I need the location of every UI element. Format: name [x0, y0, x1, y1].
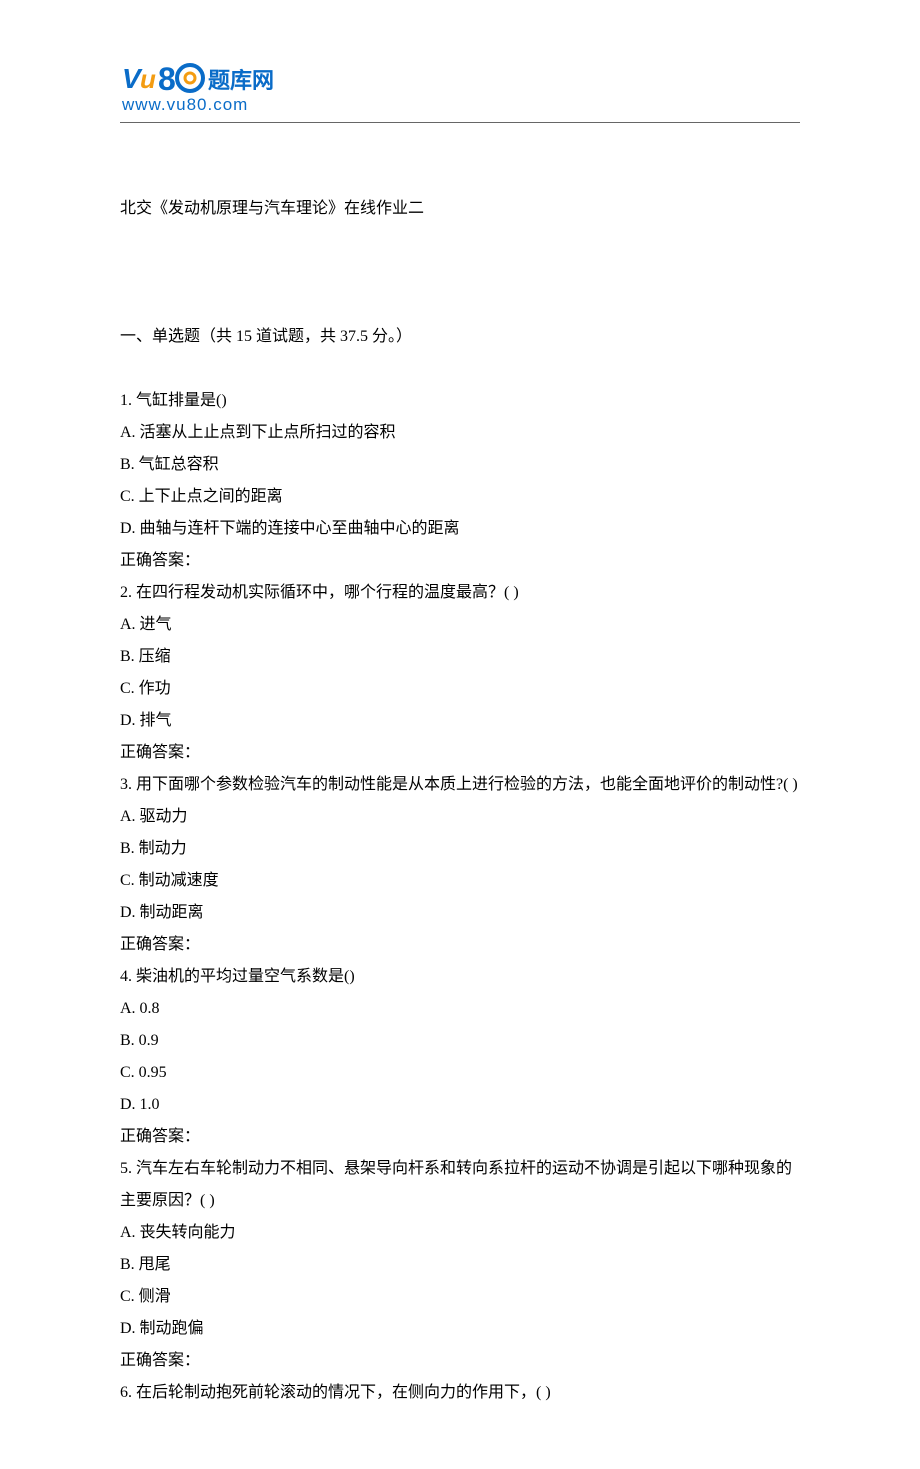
question-option: D. 制动跑偏: [120, 1313, 800, 1345]
question-option: C. 作功: [120, 673, 800, 705]
question-option: B. 甩尾: [120, 1249, 800, 1281]
answer-label: 正确答案：: [120, 737, 800, 769]
question-option: D. 制动距离: [120, 897, 800, 929]
question-block: 2. 在四行程发动机实际循环中，哪个行程的温度最高？( )A. 进气B. 压缩C…: [120, 577, 800, 769]
question-option: A. 活塞从上止点到下止点所扫过的容积: [120, 417, 800, 449]
question-stem: 6. 在后轮制动抱死前轮滚动的情况下，在侧向力的作用下，( ): [120, 1377, 800, 1409]
question-option: C. 0.95: [120, 1057, 800, 1089]
header-divider: [120, 122, 800, 123]
question-stem: 2. 在四行程发动机实际循环中，哪个行程的温度最高？( ): [120, 577, 800, 609]
question-option: D. 1.0: [120, 1089, 800, 1121]
answer-label: 正确答案：: [120, 1345, 800, 1377]
question-option: C. 制动减速度: [120, 865, 800, 897]
question-block: 1. 气缸排量是()A. 活塞从上止点到下止点所扫过的容积B. 气缸总容积C. …: [120, 385, 800, 577]
question-stem: 5. 汽车左右车轮制动力不相同、悬架导向杆系和转向系拉杆的运动不协调是引起以下哪…: [120, 1153, 800, 1217]
question-option: D. 曲轴与连杆下端的连接中心至曲轴中心的距离: [120, 513, 800, 545]
question-option: B. 制动力: [120, 833, 800, 865]
question-stem: 1. 气缸排量是(): [120, 385, 800, 417]
question-option: B. 气缸总容积: [120, 449, 800, 481]
document-title: 北交《发动机原理与汽车理论》在线作业二: [120, 193, 800, 225]
question-option: C. 侧滑: [120, 1281, 800, 1313]
question-option: D. 排气: [120, 705, 800, 737]
section-header: 一、单选题（共 15 道试题，共 37.5 分。）: [120, 321, 800, 353]
answer-label: 正确答案：: [120, 929, 800, 961]
question-option: B. 压缩: [120, 641, 800, 673]
answer-label: 正确答案：: [120, 545, 800, 577]
answer-label: 正确答案：: [120, 1121, 800, 1153]
question-stem: 3. 用下面哪个参数检验汽车的制动性能是从本质上进行检验的方法，也能全面地评价的…: [120, 769, 800, 801]
svg-text:u: u: [140, 64, 156, 94]
question-option: B. 0.9: [120, 1025, 800, 1057]
question-option: C. 上下止点之间的距离: [120, 481, 800, 513]
question-stem: 4. 柴油机的平均过量空气系数是(): [120, 961, 800, 993]
question-block: 6. 在后轮制动抱死前轮滚动的情况下，在侧向力的作用下，( ): [120, 1377, 800, 1409]
question-option: A. 丧失转向能力: [120, 1217, 800, 1249]
questions-container: 1. 气缸排量是()A. 活塞从上止点到下止点所扫过的容积B. 气缸总容积C. …: [120, 385, 800, 1409]
brand-url: www.vu80.com: [121, 95, 248, 114]
question-option: A. 驱动力: [120, 801, 800, 833]
brand-text: 题库网: [208, 68, 274, 93]
question-option: A. 进气: [120, 609, 800, 641]
question-block: 4. 柴油机的平均过量空气系数是()A. 0.8B. 0.9C. 0.95D. …: [120, 961, 800, 1153]
question-block: 5. 汽车左右车轮制动力不相同、悬架导向杆系和转向系拉杆的运动不协调是引起以下哪…: [120, 1153, 800, 1377]
question-block: 3. 用下面哪个参数检验汽车的制动性能是从本质上进行检验的方法，也能全面地评价的…: [120, 769, 800, 961]
svg-text:8: 8: [158, 61, 176, 97]
question-option: A. 0.8: [120, 993, 800, 1025]
logo: V u 8 题库网 www.vu80.com: [120, 60, 800, 116]
